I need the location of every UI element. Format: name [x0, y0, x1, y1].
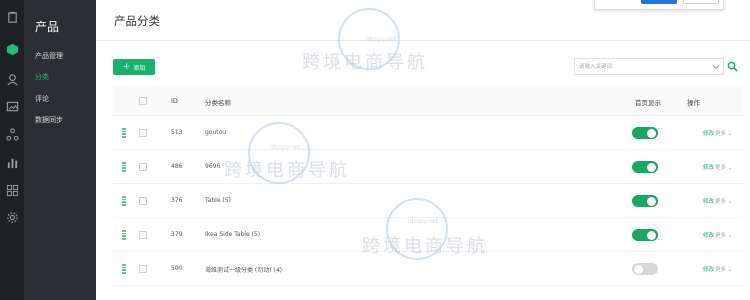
drag-handle-icon[interactable] — [122, 196, 126, 206]
subnav-item-product-management[interactable]: 产品管理 — [35, 51, 63, 61]
edit-link[interactable]: 修改 — [703, 265, 714, 273]
home-display-toggle[interactable] — [632, 161, 658, 173]
page-title: 产品分类 — [114, 14, 160, 28]
sub-navigation: 产品 产品管理 分类 评论 数据同步 — [24, 0, 96, 300]
icon-rail — [0, 0, 24, 300]
add-button-label: 添加 — [133, 64, 146, 72]
drag-handle-icon[interactable] — [122, 128, 126, 138]
subnav-item-category[interactable]: 分类 — [35, 72, 49, 82]
chevron-down-icon: ⌄ — [727, 199, 733, 205]
clipboard-icon[interactable] — [5, 10, 19, 24]
select-all-checkbox[interactable] — [139, 97, 147, 105]
main-panel: 产品分类 + 添加 ID 分类名称 首页显示 操作 513goutou修改更多 … — [96, 0, 750, 300]
more-label: 更多 — [715, 199, 727, 205]
more-dropdown[interactable]: 更多 ⌄ — [715, 231, 732, 239]
more-label: 更多 — [715, 233, 727, 239]
confirm-popover — [594, 0, 724, 10]
more-dropdown[interactable]: 更多 ⌄ — [715, 129, 732, 137]
row-checkbox[interactable] — [139, 231, 147, 239]
row-id: 376 — [171, 197, 183, 204]
cube-icon[interactable] — [5, 42, 19, 56]
image-icon[interactable] — [5, 99, 19, 113]
subnav-item-data-sync[interactable]: 数据同步 — [35, 115, 63, 125]
share-icon[interactable] — [5, 127, 19, 141]
column-header-actions: 操作 — [687, 99, 700, 107]
edit-link[interactable]: 修改 — [703, 129, 714, 137]
grid-icon[interactable] — [5, 183, 19, 197]
chevron-down-icon: ⌄ — [727, 233, 733, 239]
column-header-id: ID — [171, 97, 178, 105]
edit-link[interactable]: 修改 — [703, 197, 714, 205]
subnav-title: 产品 — [35, 20, 60, 34]
add-category-button[interactable]: + 添加 — [113, 59, 155, 75]
drag-handle-icon[interactable] — [122, 230, 126, 240]
table-row[interactable]: 379 Ikea Side Table (5) 修改 更多 ⌄ — [113, 218, 743, 252]
home-display-toggle[interactable] — [632, 229, 658, 241]
more-dropdown[interactable]: 更多 ⌄ — [715, 265, 732, 273]
drag-handle-icon[interactable] — [122, 162, 126, 172]
more-dropdown[interactable]: 更多 ⌄ — [715, 197, 732, 205]
more-dropdown[interactable]: 更多 ⌄ — [715, 163, 732, 171]
chevron-down-icon: ⌄ — [727, 165, 733, 171]
row-checkbox[interactable] — [139, 129, 147, 137]
row-id: 513 — [171, 129, 183, 136]
more-label: 更多 — [715, 165, 727, 171]
table-header: ID 分类名称 首页显示 操作 — [113, 86, 743, 116]
more-label: 更多 — [715, 131, 727, 137]
table-row[interactable]: 500 海维测试一级分类 (勿动) (4) 修改 更多 ⌄ — [113, 252, 743, 286]
row-checkbox[interactable] — [139, 265, 147, 273]
row-id: 486 — [171, 163, 183, 170]
chevron-down-icon: ⌄ — [727, 267, 733, 273]
more-label: 更多 — [715, 267, 727, 273]
home-display-toggle[interactable] — [632, 195, 658, 207]
row-id: 500 — [171, 265, 183, 272]
edit-link[interactable]: 修改 — [703, 231, 714, 239]
settings-icon[interactable] — [5, 210, 19, 224]
row-category-name: 9696 — [205, 163, 221, 170]
subnav-item-reviews[interactable]: 评论 — [35, 94, 49, 104]
search-input[interactable] — [579, 61, 699, 72]
row-category-name: 海维测试一级分类 (勿动) (4) — [205, 267, 282, 274]
row-id: 379 — [171, 231, 183, 238]
row-checkbox[interactable] — [139, 163, 147, 171]
table-row[interactable]: 513 goutou 修改 更多 ⌄ — [113, 116, 743, 150]
chevron-down-icon[interactable] — [711, 62, 721, 72]
user-icon[interactable] — [5, 72, 19, 86]
confirm-button[interactable] — [641, 0, 677, 4]
row-category-name: goutou — [205, 129, 227, 136]
cancel-button[interactable] — [683, 0, 719, 4]
bar-chart-icon[interactable] — [5, 155, 19, 169]
plus-icon: + — [122, 61, 131, 72]
row-category-name: Table (5) — [205, 197, 231, 204]
column-header-home: 首页显示 — [635, 99, 661, 107]
table-row[interactable]: 486 9696 修改 更多 ⌄ — [113, 150, 743, 184]
row-checkbox[interactable] — [139, 197, 147, 205]
chevron-down-icon: ⌄ — [727, 131, 733, 137]
drag-handle-icon[interactable] — [122, 264, 126, 274]
search-icon[interactable] — [727, 61, 738, 72]
column-header-name: 分类名称 — [205, 99, 231, 107]
edit-link[interactable]: 修改 — [703, 163, 714, 171]
home-display-toggle[interactable] — [632, 127, 658, 139]
home-display-toggle[interactable] — [632, 263, 658, 275]
table-row[interactable]: 376 Table (5) 修改 更多 ⌄ — [113, 184, 743, 218]
search-box[interactable] — [574, 58, 724, 75]
row-category-name: Ikea Side Table (5) — [205, 231, 261, 238]
